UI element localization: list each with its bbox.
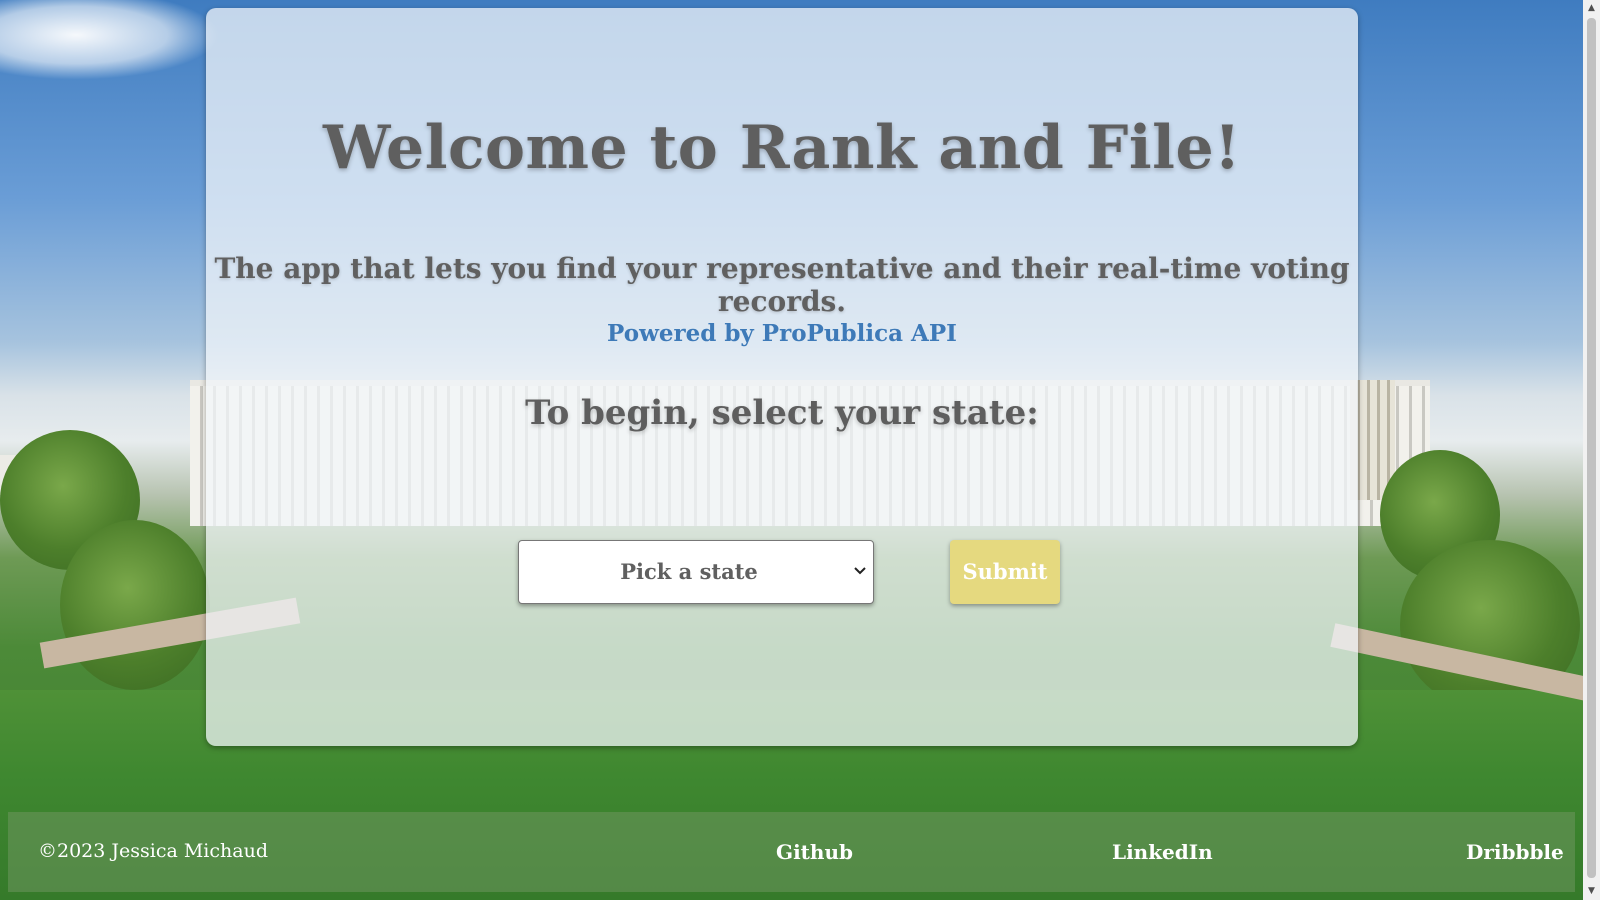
footer-link-dribbble[interactable]: Dribbble — [1466, 840, 1564, 864]
chevron-down-icon — [854, 567, 866, 575]
triangle-down-icon[interactable]: ▼ — [1583, 883, 1600, 900]
scrollbar-thumb[interactable] — [1587, 18, 1596, 878]
triangle-up-icon[interactable]: ▲ — [1583, 0, 1600, 17]
cloud-decoration — [0, 0, 220, 80]
propublica-link[interactable]: Powered by ProPublica API — [206, 320, 1358, 347]
copyright-text: ©2023 Jessica Michaud — [38, 840, 268, 862]
tree-decoration — [60, 520, 210, 690]
state-select-value: Pick a state — [620, 559, 758, 584]
vertical-scrollbar[interactable]: ▲ ▼ — [1583, 0, 1600, 900]
capitol-background: Welcome to Rank and File! The app that l… — [0, 0, 1583, 900]
select-state-prompt: To begin, select your state: — [525, 393, 1039, 433]
submit-button[interactable]: Submit — [950, 540, 1060, 604]
footer-link-linkedin[interactable]: LinkedIn — [1112, 840, 1213, 864]
app-description: The app that lets you find your represen… — [214, 252, 1350, 318]
welcome-card: Welcome to Rank and File! The app that l… — [206, 8, 1358, 746]
page-title: Welcome to Rank and File! — [323, 113, 1241, 183]
footer-link-github[interactable]: Github — [776, 840, 853, 864]
state-select[interactable]: Pick a state — [518, 540, 874, 604]
footer: ©2023 Jessica Michaud Github LinkedIn Dr… — [8, 812, 1575, 892]
